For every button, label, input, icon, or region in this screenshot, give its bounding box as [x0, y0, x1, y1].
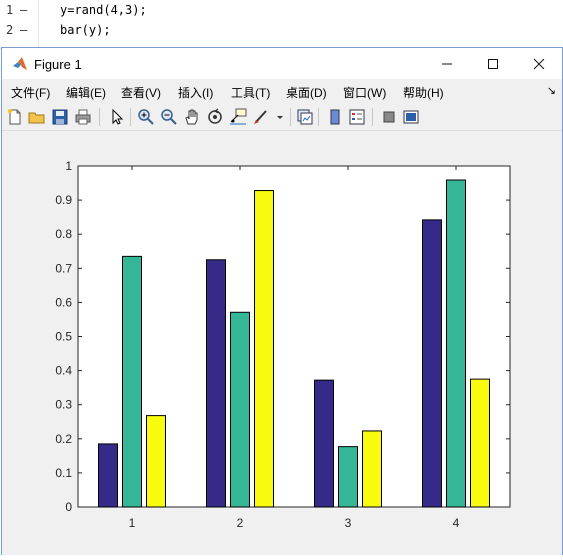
- toolbar-separator: [130, 108, 131, 126]
- toolbar-separator: [318, 108, 319, 126]
- x-tick-label: 1: [129, 516, 136, 530]
- maximize-icon: [488, 58, 498, 69]
- bar-series3-cat3[interactable]: [362, 430, 382, 508]
- bar-series1-cat1[interactable]: [98, 443, 118, 508]
- figure-canvas[interactable]: 0 0.1 0.2 0.3 0.4 0.5 0.6 0.7 0.8 0.9 1 1 2 3 4: [2, 131, 562, 555]
- y-tick-label: 0.3: [55, 398, 72, 412]
- open-file-icon[interactable]: [28, 108, 46, 126]
- bar-series2-cat1[interactable]: [122, 255, 142, 508]
- y-tick-label: 0.1: [55, 466, 72, 480]
- breakpoint-marker[interactable]: –: [20, 23, 27, 37]
- toolbar-separator: [99, 108, 100, 126]
- bar-series1-cat3[interactable]: [314, 379, 334, 508]
- legend-icon[interactable]: [348, 108, 366, 126]
- code-text[interactable]: y=rand(4,3);: [60, 3, 147, 17]
- title-bar[interactable]: Figure 1: [2, 48, 562, 79]
- bar-chart[interactable]: 0 0.1 0.2 0.3 0.4 0.5 0.6 0.7 0.8 0.9 1 1 2 3 4: [2, 131, 562, 555]
- rotate-3d-icon[interactable]: [206, 108, 224, 126]
- bar-series3-cat2[interactable]: [254, 190, 274, 508]
- y-tick-label: 0.6: [55, 295, 72, 309]
- y-tick-label: 0.9: [55, 193, 72, 207]
- link-plot-icon[interactable]: [296, 108, 314, 126]
- axes-box[interactable]: [77, 165, 511, 508]
- close-icon: [533, 58, 545, 69]
- menu-file[interactable]: 文件(F): [11, 84, 50, 101]
- menu-help[interactable]: 帮助(H): [403, 84, 444, 101]
- line-number: 2: [6, 23, 14, 37]
- menu-edit[interactable]: 编辑(E): [66, 84, 106, 101]
- menu-insert[interactable]: 插入(I): [178, 84, 213, 101]
- toolbar-separator: [372, 108, 373, 126]
- toolbar-separator: [290, 108, 291, 126]
- window-title: Figure 1: [34, 57, 82, 72]
- save-icon[interactable]: [51, 108, 69, 126]
- y-tick-label: 0: [65, 500, 72, 514]
- code-line-2[interactable]: 2 – bar(y);: [0, 20, 563, 40]
- line-number: 1: [6, 3, 14, 17]
- code-editor[interactable]: 1 – y=rand(4,3); 2 – bar(y);: [0, 0, 563, 49]
- brush-icon[interactable]: [252, 108, 270, 126]
- menu-desktop[interactable]: 桌面(D): [286, 84, 327, 101]
- menu-window[interactable]: 窗口(W): [343, 84, 386, 101]
- bar-series1-cat2[interactable]: [206, 259, 226, 508]
- bar-series2-cat2[interactable]: [230, 311, 250, 508]
- bar-series1-cat4[interactable]: [422, 219, 442, 508]
- y-tick-label: 1: [65, 159, 72, 173]
- colorbar-icon[interactable]: [326, 108, 344, 126]
- dock-arrow-icon[interactable]: ↘: [547, 84, 556, 97]
- new-figure-icon[interactable]: [6, 108, 24, 126]
- code-text[interactable]: bar(y);: [60, 23, 111, 37]
- print-icon[interactable]: [74, 108, 92, 126]
- x-tick-label: 3: [345, 516, 352, 530]
- brush-dropdown-icon[interactable]: [273, 108, 291, 126]
- pan-hand-icon[interactable]: [183, 108, 201, 126]
- bar-series3-cat1[interactable]: [146, 415, 166, 508]
- bar-series2-cat3[interactable]: [338, 446, 358, 508]
- y-tick-label: 0.4: [55, 364, 72, 378]
- figure-toolbar: [2, 104, 562, 131]
- y-tick-label: 0.5: [55, 330, 72, 344]
- edit-plot-arrow-icon[interactable]: [108, 108, 126, 126]
- y-tick-label: 0.8: [55, 227, 72, 241]
- y-tick-label: 0.7: [55, 261, 72, 275]
- menu-bar: 文件(F) 编辑(E) 查看(V) 插入(I) 工具(T) 桌面(D) 窗口(W…: [2, 79, 562, 101]
- zoom-out-icon[interactable]: [160, 108, 178, 126]
- minimize-icon: [442, 63, 452, 64]
- x-tick-label: 2: [237, 516, 244, 530]
- bar-series2-cat4[interactable]: [446, 179, 466, 508]
- data-cursor-icon[interactable]: [229, 108, 247, 126]
- maximize-button[interactable]: [470, 48, 516, 79]
- code-line-1[interactable]: 1 – y=rand(4,3);: [0, 0, 563, 20]
- bar-series3-cat4[interactable]: [470, 378, 490, 508]
- menu-tools[interactable]: 工具(T): [231, 84, 270, 101]
- y-tick-label: 0.2: [55, 432, 72, 446]
- breakpoint-marker[interactable]: –: [20, 3, 27, 17]
- hide-plot-tools-icon[interactable]: [380, 108, 398, 126]
- figure-window: Figure 1 文件(F) 编辑(E) 查看(V) 插入(I) 工具(T) 桌…: [1, 47, 563, 555]
- matlab-logo-icon: [13, 57, 27, 70]
- show-plot-tools-icon[interactable]: [402, 108, 420, 126]
- x-tick-label: 4: [453, 516, 460, 530]
- menu-view[interactable]: 查看(V): [121, 84, 161, 101]
- zoom-in-icon[interactable]: [137, 108, 155, 126]
- minimize-button[interactable]: [424, 48, 470, 79]
- close-button[interactable]: [516, 48, 562, 79]
